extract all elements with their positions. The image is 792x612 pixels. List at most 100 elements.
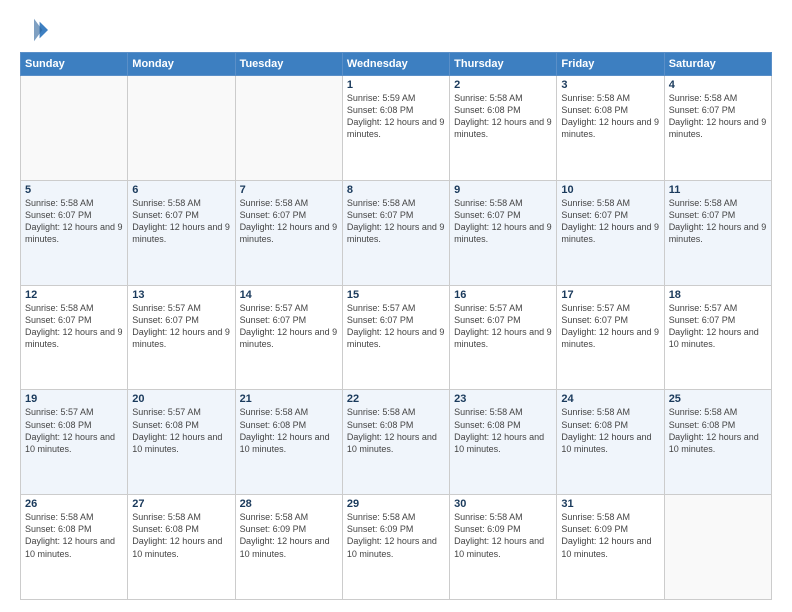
calendar-cell: 6Sunrise: 5:58 AM Sunset: 6:07 PM Daylig… (128, 180, 235, 285)
day-number: 4 (669, 79, 767, 91)
calendar-cell (664, 495, 771, 600)
calendar-cell: 1Sunrise: 5:59 AM Sunset: 6:08 PM Daylig… (342, 76, 449, 181)
day-info: Sunrise: 5:58 AM Sunset: 6:09 PM Dayligh… (454, 511, 552, 560)
calendar-cell: 7Sunrise: 5:58 AM Sunset: 6:07 PM Daylig… (235, 180, 342, 285)
calendar-cell: 8Sunrise: 5:58 AM Sunset: 6:07 PM Daylig… (342, 180, 449, 285)
calendar-week-4: 19Sunrise: 5:57 AM Sunset: 6:08 PM Dayli… (21, 390, 772, 495)
calendar-cell: 11Sunrise: 5:58 AM Sunset: 6:07 PM Dayli… (664, 180, 771, 285)
logo-icon (20, 16, 48, 44)
calendar-cell: 22Sunrise: 5:58 AM Sunset: 6:08 PM Dayli… (342, 390, 449, 495)
calendar-table: SundayMondayTuesdayWednesdayThursdayFrid… (20, 52, 772, 600)
calendar-cell: 14Sunrise: 5:57 AM Sunset: 6:07 PM Dayli… (235, 285, 342, 390)
calendar-cell: 28Sunrise: 5:58 AM Sunset: 6:09 PM Dayli… (235, 495, 342, 600)
day-number: 30 (454, 498, 552, 510)
calendar-week-3: 12Sunrise: 5:58 AM Sunset: 6:07 PM Dayli… (21, 285, 772, 390)
day-number: 31 (561, 498, 659, 510)
day-number: 29 (347, 498, 445, 510)
calendar-cell: 23Sunrise: 5:58 AM Sunset: 6:08 PM Dayli… (450, 390, 557, 495)
calendar-week-2: 5 Sunrise: 5:58 AM Sunset: 6:07 PM Daylig… (21, 180, 772, 285)
calendar-cell: 18Sunrise: 5:57 AM Sunset: 6:07 PM Dayli… (664, 285, 771, 390)
day-info: Sunrise: 5:58 AM Sunset: 6:08 PM Dayligh… (561, 92, 659, 141)
day-info: Sunrise: 5:58 AM Sunset: 6:09 PM Dayligh… (561, 511, 659, 560)
calendar-cell: 10Sunrise: 5:58 AM Sunset: 6:07 PM Dayli… (557, 180, 664, 285)
day-info: Sunrise: 5:58 AM Sunset: 6:07 PM Dayligh… (240, 197, 338, 246)
day-info: Sunrise: 5:58 AM Sunset: 6:08 PM Dayligh… (132, 511, 230, 560)
calendar-cell: 21Sunrise: 5:58 AM Sunset: 6:08 PM Dayli… (235, 390, 342, 495)
column-header-wednesday: Wednesday (342, 53, 449, 76)
day-number: 14 (240, 289, 338, 301)
day-number: 19 (25, 393, 123, 405)
day-number: 21 (240, 393, 338, 405)
day-info: Sunrise: 5:57 AM Sunset: 6:08 PM Dayligh… (132, 406, 230, 455)
day-number: 25 (669, 393, 767, 405)
calendar-cell: 19Sunrise: 5:57 AM Sunset: 6:08 PM Dayli… (21, 390, 128, 495)
day-number: 20 (132, 393, 230, 405)
day-number: 12 (25, 289, 123, 301)
day-info: Sunrise: 5:57 AM Sunset: 6:07 PM Dayligh… (240, 302, 338, 351)
day-number: 3 (561, 79, 659, 91)
calendar-cell: 25Sunrise: 5:58 AM Sunset: 6:08 PM Dayli… (664, 390, 771, 495)
day-info: Sunrise: 5:57 AM Sunset: 6:07 PM Dayligh… (132, 302, 230, 351)
column-header-thursday: Thursday (450, 53, 557, 76)
day-info: Sunrise: 5:58 AM Sunset: 6:09 PM Dayligh… (240, 511, 338, 560)
day-number: 27 (132, 498, 230, 510)
day-number: 5 (25, 184, 123, 196)
day-number: 10 (561, 184, 659, 196)
day-info: Sunrise: 5:58 AM Sunset: 6:08 PM Dayligh… (561, 406, 659, 455)
day-number: 18 (669, 289, 767, 301)
day-number: 26 (25, 498, 123, 510)
day-info: Sunrise: 5:57 AM Sunset: 6:08 PM Dayligh… (25, 406, 123, 455)
day-info: Sunrise: 5:58 AM Sunset: 6:07 PM Dayligh… (454, 197, 552, 246)
calendar-cell: 9Sunrise: 5:58 AM Sunset: 6:07 PM Daylig… (450, 180, 557, 285)
day-number: 2 (454, 79, 552, 91)
day-number: 24 (561, 393, 659, 405)
day-info: Sunrise: 5:58 AM Sunset: 6:08 PM Dayligh… (240, 406, 338, 455)
calendar-cell: 5Sunrise: 5:58 AM Sunset: 6:07 PM Daylig… (21, 180, 128, 285)
day-info: Sunrise: 5:58 AM Sunset: 6:07 PM Dayligh… (669, 197, 767, 246)
calendar-cell: 2Sunrise: 5:58 AM Sunset: 6:08 PM Daylig… (450, 76, 557, 181)
day-number: 6 (132, 184, 230, 196)
day-info: Sunrise: 5:58 AM Sunset: 6:08 PM Dayligh… (25, 511, 123, 560)
column-header-friday: Friday (557, 53, 664, 76)
day-number: 28 (240, 498, 338, 510)
calendar-cell: 31Sunrise: 5:58 AM Sunset: 6:09 PM Dayli… (557, 495, 664, 600)
header (20, 16, 772, 44)
day-number: 11 (669, 184, 767, 196)
calendar-cell (128, 76, 235, 181)
calendar-cell: 27Sunrise: 5:58 AM Sunset: 6:08 PM Dayli… (128, 495, 235, 600)
day-info: Sunrise: 5:58 AM Sunset: 6:07 PM Dayligh… (132, 197, 230, 246)
day-number: 9 (454, 184, 552, 196)
day-info: Sunrise: 5:58 AM Sunset: 6:07 PM Dayligh… (347, 197, 445, 246)
day-info: Sunrise: 5:58 AM Sunset: 6:09 PM Dayligh… (347, 511, 445, 560)
day-number: 23 (454, 393, 552, 405)
column-header-monday: Monday (128, 53, 235, 76)
calendar-cell: 26Sunrise: 5:58 AM Sunset: 6:08 PM Dayli… (21, 495, 128, 600)
day-number: 17 (561, 289, 659, 301)
day-info: Sunrise: 5:58 AM Sunset: 6:07 PM Dayligh… (25, 302, 123, 351)
calendar-cell: 13Sunrise: 5:57 AM Sunset: 6:07 PM Dayli… (128, 285, 235, 390)
column-header-saturday: Saturday (664, 53, 771, 76)
day-info: Sunrise: 5:57 AM Sunset: 6:07 PM Dayligh… (454, 302, 552, 351)
calendar-week-1: 1Sunrise: 5:59 AM Sunset: 6:08 PM Daylig… (21, 76, 772, 181)
calendar-cell (21, 76, 128, 181)
day-info: Sunrise: 5:58 AM Sunset: 6:08 PM Dayligh… (347, 406, 445, 455)
page: SundayMondayTuesdayWednesdayThursdayFrid… (0, 0, 792, 612)
day-number: 8 (347, 184, 445, 196)
day-number: 15 (347, 289, 445, 301)
calendar-cell (235, 76, 342, 181)
calendar-cell: 29Sunrise: 5:58 AM Sunset: 6:09 PM Dayli… (342, 495, 449, 600)
day-info: Sunrise: 5:57 AM Sunset: 6:07 PM Dayligh… (561, 302, 659, 351)
day-number: 1 (347, 79, 445, 91)
calendar-cell: 24Sunrise: 5:58 AM Sunset: 6:08 PM Dayli… (557, 390, 664, 495)
day-info: Sunrise: 5:59 AM Sunset: 6:08 PM Dayligh… (347, 92, 445, 141)
calendar-week-5: 26Sunrise: 5:58 AM Sunset: 6:08 PM Dayli… (21, 495, 772, 600)
day-info: Sunrise: 5:57 AM Sunset: 6:07 PM Dayligh… (347, 302, 445, 351)
calendar-cell: 20Sunrise: 5:57 AM Sunset: 6:08 PM Dayli… (128, 390, 235, 495)
day-info: Sunrise: 5:57 AM Sunset: 6:07 PM Dayligh… (669, 302, 767, 351)
day-number: 22 (347, 393, 445, 405)
calendar-cell: 16Sunrise: 5:57 AM Sunset: 6:07 PM Dayli… (450, 285, 557, 390)
day-info: Sunrise: 5:58 AM Sunset: 6:07 PM Dayligh… (561, 197, 659, 246)
calendar-cell: 4Sunrise: 5:58 AM Sunset: 6:07 PM Daylig… (664, 76, 771, 181)
calendar-cell: 12Sunrise: 5:58 AM Sunset: 6:07 PM Dayli… (21, 285, 128, 390)
column-header-tuesday: Tuesday (235, 53, 342, 76)
